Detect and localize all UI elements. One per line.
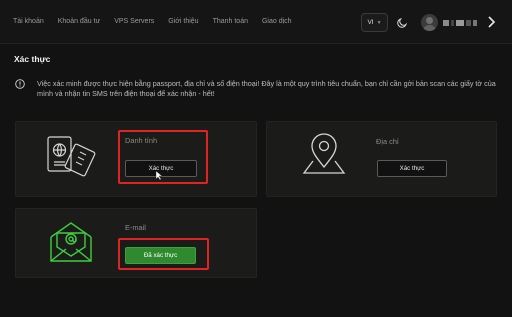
highlight-box-email bbox=[118, 238, 209, 270]
language-selector[interactable]: VI ▼ bbox=[361, 13, 388, 32]
mouse-cursor-icon bbox=[155, 170, 163, 181]
highlight-box-identity bbox=[118, 130, 208, 184]
nav-item-payment[interactable]: Thanh toán bbox=[213, 18, 248, 25]
passport-icon bbox=[47, 136, 96, 177]
verification-notice: Việc xác minh được thực hiện bằng passpo… bbox=[37, 79, 496, 98]
username-redacted bbox=[443, 18, 483, 28]
moon-icon bbox=[397, 18, 408, 28]
nav-item-investments[interactable]: Khoản đầu tư bbox=[58, 18, 100, 25]
chevron-right-icon[interactable] bbox=[486, 15, 496, 29]
info-icon bbox=[15, 79, 25, 89]
nav-item-vps-servers[interactable]: VPS Servers bbox=[114, 18, 154, 25]
nav-item-transactions[interactable]: Giao dịch bbox=[262, 18, 292, 25]
main-nav: Tài khoản Khoản đầu tư VPS Servers Giới … bbox=[13, 18, 306, 25]
top-navigation-bar: Tài khoản Khoản đầu tư VPS Servers Giới … bbox=[0, 0, 512, 44]
nav-item-account[interactable]: Tài khoản bbox=[13, 18, 44, 25]
email-label: E-mail bbox=[125, 223, 146, 232]
language-value: VI bbox=[367, 19, 374, 26]
address-label: Địa chỉ bbox=[376, 137, 399, 146]
address-verify-button[interactable]: Xác thực bbox=[377, 160, 447, 177]
avatar[interactable] bbox=[421, 14, 438, 31]
nav-item-referral[interactable]: Giới thiệu bbox=[168, 18, 198, 25]
page-title: Xác thực bbox=[14, 54, 51, 64]
location-pin-icon bbox=[302, 133, 346, 174]
theme-toggle-button[interactable] bbox=[395, 15, 410, 30]
email-envelope-icon bbox=[50, 222, 92, 262]
caret-down-icon: ▼ bbox=[376, 19, 382, 26]
